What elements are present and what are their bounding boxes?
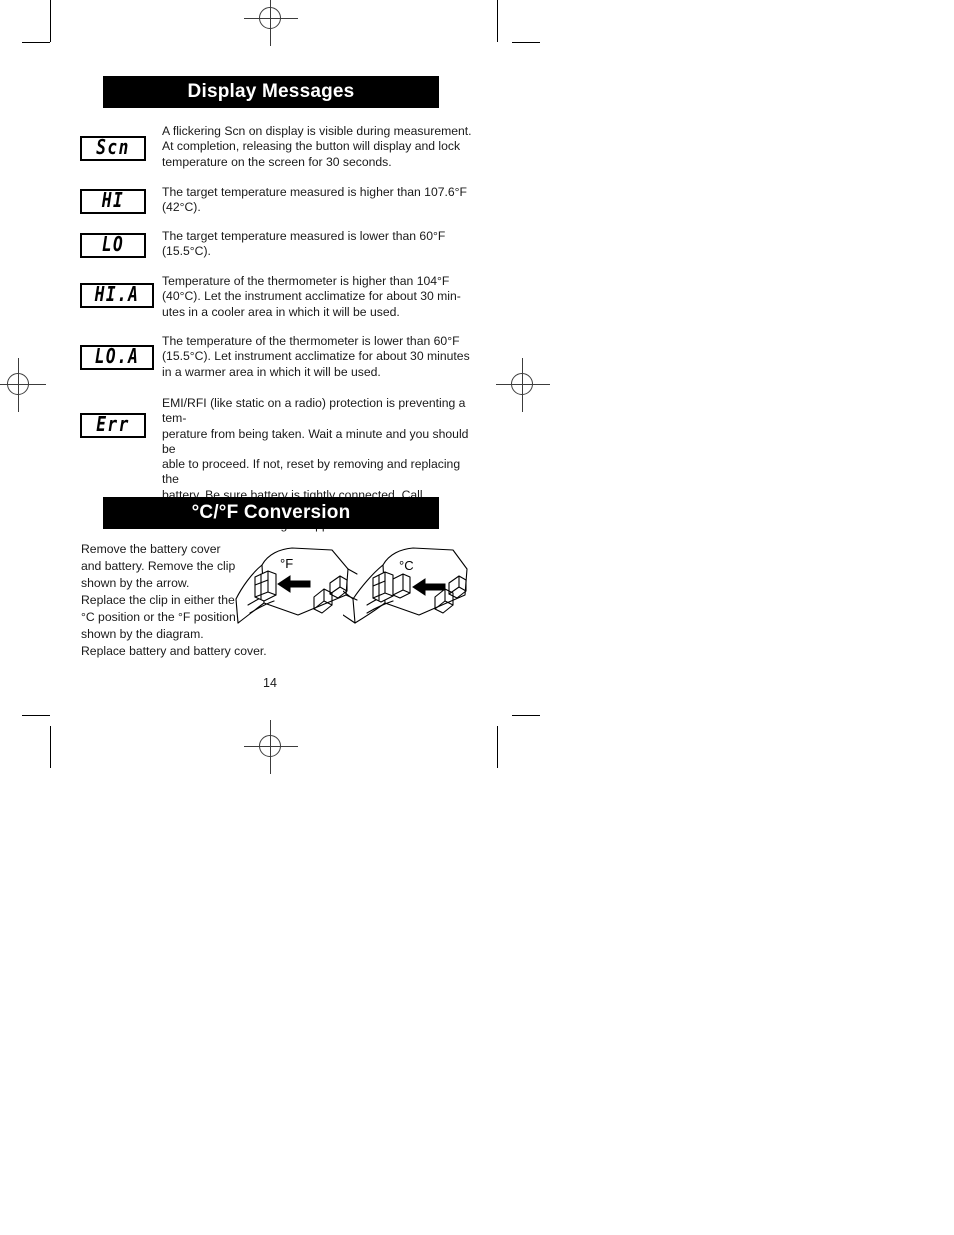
battery-clip-diagram-celsius: °C xyxy=(342,543,473,638)
lcd-code-text: LO xyxy=(101,233,125,257)
description-line: (15.5°C). xyxy=(162,244,211,259)
page-number: 14 xyxy=(263,676,277,690)
display-message-description: The target temperature measured is highe… xyxy=(162,185,472,216)
description-line: The temperature of the thermometer is lo… xyxy=(162,334,460,348)
description-line: The target temperature measured is lower… xyxy=(162,229,446,243)
manual-page: Display Messages Scn A flickering Scn on… xyxy=(0,0,954,1235)
lcd-code-text: HI.A xyxy=(94,283,140,307)
lcd-display-hi-a: HI.A xyxy=(80,283,154,308)
lcd-display-err: Err xyxy=(80,413,146,438)
description-line: At completion, releasing the button will… xyxy=(162,139,461,154)
description-line: Temperature of the thermometer is higher… xyxy=(162,274,450,288)
arrow-icon xyxy=(277,575,311,593)
description-line: able to proceed. If not, reset by removi… xyxy=(162,457,461,487)
description-line: EMI/RFI (like static on a radio) protect… xyxy=(162,396,466,426)
description-line: The target temperature measured is highe… xyxy=(162,185,467,199)
description-line: perature from being taken. Wait a minute… xyxy=(162,426,469,456)
display-message-description: Temperature of the thermometer is higher… xyxy=(162,274,472,320)
instruction-line: Replace battery and battery cover. xyxy=(81,644,267,658)
description-line: in a warmer area in which it will be use… xyxy=(162,364,381,379)
description-line: (42°C). xyxy=(162,200,201,215)
lcd-code-text: Scn xyxy=(96,136,130,160)
lcd-code-text: HI xyxy=(101,189,125,213)
battery-compartment-illustration-f: °F xyxy=(235,547,358,624)
lcd-display-lo: LO xyxy=(80,233,146,258)
lcd-code-text: Err xyxy=(96,413,130,437)
lcd-display-scn: Scn xyxy=(80,136,146,161)
description-line: utes in a cooler area in which it will b… xyxy=(162,304,400,319)
lcd-display-hi: HI xyxy=(80,189,146,214)
description-line: (15.5°C). Let instrument acclimatize for… xyxy=(162,349,470,364)
lcd-code-text: LO.A xyxy=(94,345,140,369)
lcd-display-lo-a: LO.A xyxy=(80,345,154,370)
display-message-description: The temperature of the thermometer is lo… xyxy=(162,334,472,380)
display-message-description: The target temperature measured is lower… xyxy=(162,229,472,260)
section-header-cf-conversion: °C/°F Conversion xyxy=(103,497,439,529)
display-message-description: A flickering Scn on display is visible d… xyxy=(162,124,472,170)
description-line: temperature on the screen for 30 seconds… xyxy=(162,154,392,169)
diagram-label-c: °C xyxy=(399,558,414,573)
diagram-label-f: °F xyxy=(280,556,293,571)
description-line: A flickering Scn on display is visible d… xyxy=(162,124,472,138)
battery-compartment-illustration-c: °C xyxy=(342,547,468,624)
battery-clip-diagram-fahrenheit: °F xyxy=(228,543,358,638)
description-line: (40°C). Let the instrument acclimatize f… xyxy=(162,289,461,304)
section-header-display-messages: Display Messages xyxy=(103,76,439,108)
